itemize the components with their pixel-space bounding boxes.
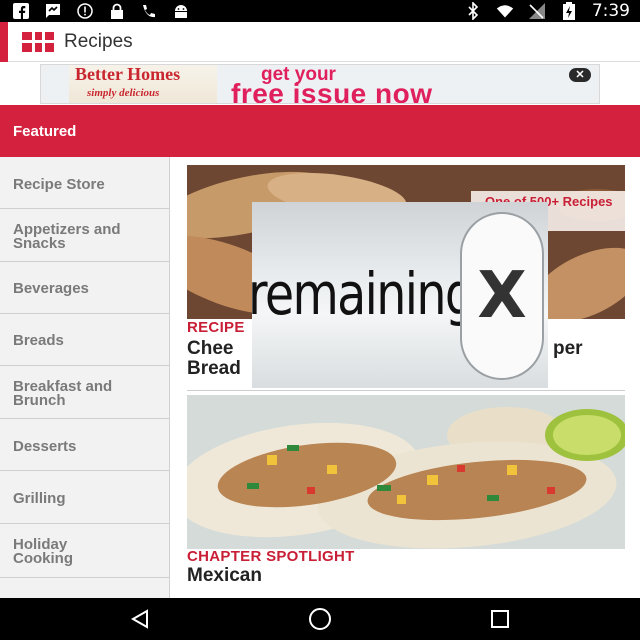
featured-card[interactable]: CHAPTER SPOTLIGHT Mexican [187, 395, 625, 595]
lock-icon [108, 3, 126, 19]
card-category: RECIPE [187, 319, 245, 336]
sidebar-item-label: Recipe Store [13, 176, 105, 193]
message-icon [44, 3, 62, 19]
recents-button[interactable] [480, 606, 520, 632]
featured-header[interactable]: Featured [0, 105, 640, 157]
recents-icon [491, 610, 509, 628]
app-logo-icon[interactable] [22, 32, 54, 52]
ad-banner[interactable]: Better Homes simply delicious get your f… [40, 64, 600, 104]
app-title: Recipes [64, 31, 133, 52]
wifi-icon [496, 3, 514, 19]
sidebar-item-grilling[interactable]: Grilling [0, 471, 169, 524]
magazine-title: Better Homes [75, 64, 181, 84]
signal-icon [528, 3, 546, 19]
bluetooth-icon [464, 2, 482, 20]
sidebar-item-appetizers[interactable]: Appetizers and Snacks [0, 209, 169, 262]
sidebar-item-breakfast[interactable]: Breakfast and Brunch [0, 366, 169, 419]
android-icon [172, 3, 190, 19]
back-button[interactable] [120, 606, 160, 632]
sidebar-item-label: Desserts [13, 438, 77, 455]
card-title: Mexican [187, 565, 262, 586]
sidebar-item-label: Holiday Cooking [13, 536, 73, 567]
clock-time: 7:39 [591, 1, 630, 21]
magazine-cover-image: Better Homes simply delicious [69, 64, 217, 103]
sidebar-item-label: Breads [13, 332, 64, 349]
app-bar: Recipes [0, 22, 640, 62]
sidebar-item-beverages[interactable]: Beverages [0, 262, 169, 314]
sidebar-item-desserts[interactable]: Desserts [0, 419, 169, 471]
facebook-icon [12, 3, 30, 19]
sidebar-item-recipe-store[interactable]: Recipe Store [0, 157, 169, 209]
overlay-close-button[interactable]: X [460, 212, 544, 380]
battery-icon [560, 2, 578, 20]
close-icon: X [477, 259, 527, 333]
sidebar-item-label: Breakfast and Brunch [13, 378, 113, 409]
featured-label: Featured [13, 123, 77, 140]
alert-icon [76, 3, 94, 19]
status-bar: 7:39 [0, 0, 640, 22]
sidebar-item-breads[interactable]: Breads [0, 314, 169, 366]
drawer-edge[interactable] [0, 22, 8, 62]
card-title-end: per [553, 338, 583, 359]
phone-icon [140, 3, 158, 19]
remaining-overlay-popup[interactable]: remaining X [252, 202, 548, 388]
card-divider [187, 390, 625, 391]
card-category: CHAPTER SPOTLIGHT [187, 548, 355, 565]
recipe-image [187, 395, 625, 549]
sidebar-item-holiday[interactable]: Holiday Cooking [0, 524, 169, 578]
sidebar-item-label: Beverages [13, 280, 89, 297]
magazine-subtitle: simply delicious [87, 87, 160, 99]
home-icon [309, 608, 331, 630]
sidebar-item-label: Appetizers and Snacks [13, 221, 121, 252]
sidebar-item-label: Grilling [13, 490, 66, 507]
overlay-remaining-text: remaining [252, 260, 475, 328]
category-sidebar: Recipe Store Appetizers and Snacks Bever… [0, 157, 170, 598]
ad-headline-main: free issue now [231, 78, 433, 104]
home-button[interactable] [300, 606, 340, 632]
back-icon [130, 609, 148, 629]
ad-close-icon[interactable]: ✕ [569, 68, 591, 82]
system-nav-bar [0, 598, 640, 640]
